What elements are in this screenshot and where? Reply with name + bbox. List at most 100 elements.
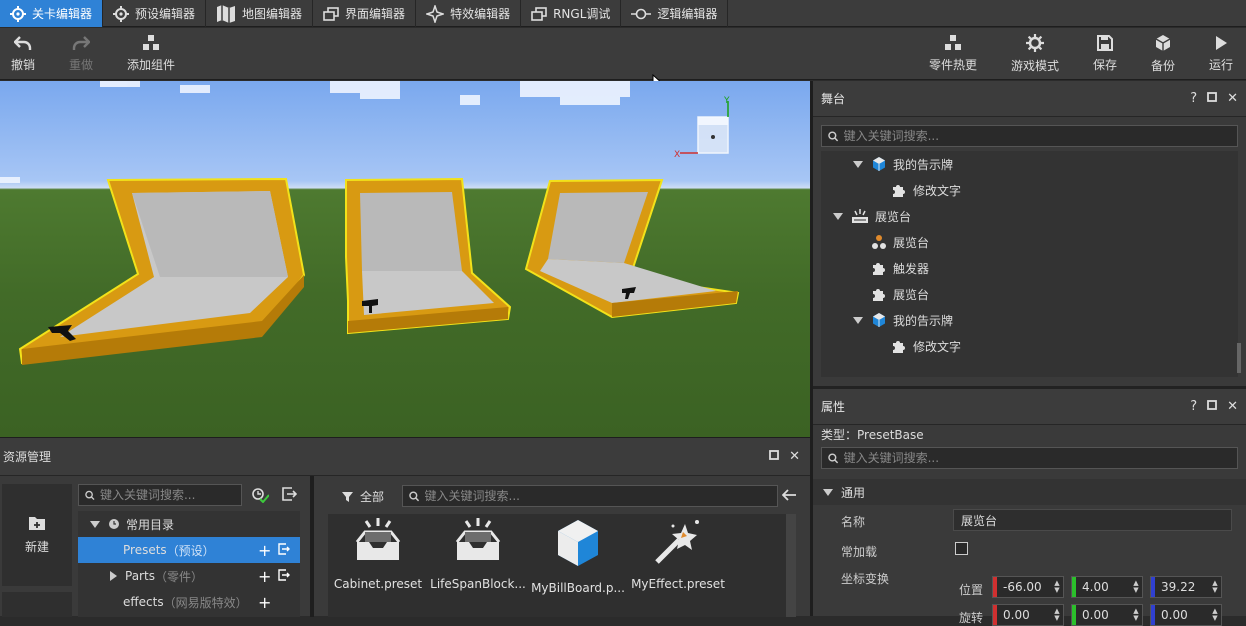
orientation-gizmo[interactable]: Y X	[674, 96, 730, 160]
rotation-field[interactable]: 0.00 ▲ ▼	[1071, 604, 1143, 626]
spinner-icon[interactable]: ▲ ▼	[1051, 608, 1063, 622]
always-load-checkbox[interactable]	[955, 542, 968, 555]
undo-icon	[14, 36, 32, 50]
stage-tree-item[interactable]: 修改文字	[873, 333, 961, 359]
new-asset-button[interactable]: 新建	[2, 484, 72, 586]
rotation-field[interactable]: 0.00 ▲ ▼	[992, 604, 1064, 626]
stage-tree: 我的告示牌 修改文字 展览台 展览台 触发器 展览台 我的告示牌 修改文字	[821, 151, 1238, 377]
stage-tree-item[interactable]: 展览台	[853, 281, 929, 307]
properties-search-input[interactable]	[843, 451, 1237, 465]
stage-tree-item[interactable]: 展览台	[833, 203, 911, 229]
import-icon[interactable]	[278, 568, 290, 584]
import-icon[interactable]	[278, 542, 290, 558]
stage-tree-item[interactable]: 触发器	[853, 255, 929, 281]
tab-preset-editor[interactable]: 预设编辑器	[103, 0, 207, 27]
expand-arrow-icon[interactable]	[853, 160, 863, 168]
add-component-button[interactable]: 添加组件	[124, 28, 178, 80]
maximize-icon[interactable]	[1207, 399, 1217, 414]
asset-side-button[interactable]	[2, 592, 72, 617]
asset-file-item[interactable]: LifeSpanBlock...	[428, 518, 528, 608]
maximize-icon[interactable]	[1207, 91, 1217, 106]
stage-tree-label: 修改文字	[913, 339, 962, 354]
undo-label: 撤销	[10, 58, 35, 72]
position-field[interactable]: -66.00 ▲ ▼	[992, 576, 1064, 598]
save-icon	[1097, 35, 1113, 51]
add-icon[interactable]: +	[258, 541, 271, 560]
add-icon[interactable]: +	[258, 593, 271, 612]
help-icon[interactable]: ?	[1190, 91, 1197, 106]
tab-label: 逻辑编辑器	[657, 7, 718, 21]
position-field[interactable]: 39.22 ▲ ▼	[1150, 576, 1222, 598]
tab-map-editor[interactable]: 地图编辑器	[206, 0, 314, 27]
tab-ui-editor[interactable]: 界面编辑器	[313, 0, 417, 27]
asset-grid-scrollbar[interactable]	[786, 514, 796, 617]
backup-label: 备份	[1150, 59, 1175, 73]
search-icon	[828, 130, 839, 141]
backup-button[interactable]: 备份	[1148, 28, 1178, 80]
expand-arrow-icon[interactable]	[90, 520, 100, 528]
close-icon[interactable]: ✕	[1227, 91, 1238, 106]
spinner-icon[interactable]: ▲ ▼	[1051, 580, 1063, 594]
asset-tree-item[interactable]: effects （网易版特效） +	[78, 589, 300, 615]
game-mode-button[interactable]: 游戏模式	[1010, 28, 1060, 80]
add-icon[interactable]: +	[258, 567, 271, 586]
redo-icon	[72, 36, 90, 50]
asset-file-item[interactable]: MyBillBoard.p...	[528, 518, 628, 608]
stage-scrollbar[interactable]	[1237, 343, 1241, 373]
expand-arrow-icon[interactable]	[110, 571, 117, 581]
tab-label: 关卡编辑器	[32, 7, 93, 21]
import-icon[interactable]	[281, 487, 297, 501]
blocks-icon	[143, 35, 159, 50]
scene-viewport[interactable]: Y X	[0, 81, 810, 437]
filter-dropdown[interactable]: 全部	[342, 488, 384, 505]
close-icon[interactable]: ✕	[789, 449, 800, 464]
back-arrow-icon[interactable]	[782, 489, 796, 501]
spinner-icon[interactable]: ▲ ▼	[1130, 608, 1142, 622]
redo-button[interactable]: 重做	[66, 28, 96, 80]
expand-arrow-icon[interactable]	[853, 316, 863, 324]
asset-tree-item[interactable]: Parts （零件） +	[78, 563, 300, 589]
hot-reload-button[interactable]: 零件热更	[928, 28, 978, 80]
asset-file-item[interactable]: Cabinet.preset	[328, 518, 428, 608]
stage-title: 舞台	[821, 92, 846, 106]
tab-rngl-debug[interactable]: RNGL调试	[521, 0, 622, 27]
asset-tree-item[interactable]: 常用目录	[78, 511, 300, 537]
clouds	[0, 81, 630, 183]
tab-level-editor[interactable]: 关卡编辑器	[0, 0, 104, 27]
name-field[interactable]: 展览台	[953, 509, 1232, 531]
asset-list-search-input[interactable]	[424, 489, 777, 503]
spinner-icon[interactable]: ▲ ▼	[1209, 580, 1221, 594]
run-button[interactable]: 运行	[1206, 28, 1236, 80]
rotation-field[interactable]: 0.00 ▲ ▼	[1150, 604, 1222, 626]
crosshair-icon	[10, 5, 26, 22]
stage-tree-item[interactable]: 修改文字	[873, 177, 961, 203]
clock-icon	[108, 518, 120, 530]
asset-tree-search-input[interactable]	[99, 488, 241, 502]
asset-tree-item[interactable]: Presets （预设） +	[78, 537, 300, 563]
asset-file-item[interactable]: MyEffect.preset	[628, 518, 728, 608]
spinner-icon[interactable]: ▲ ▼	[1130, 580, 1142, 594]
stage-tree-item[interactable]: 展览台	[853, 229, 929, 255]
main-toolbar: 撤销 重做 添加组件 零件热更 游戏模式 保存 备份 运行	[0, 28, 1246, 80]
stage-search-input[interactable]	[843, 129, 1237, 143]
expand-arrow-icon[interactable]	[833, 212, 843, 220]
close-icon[interactable]: ✕	[1227, 399, 1238, 414]
gear-icon	[1026, 34, 1044, 52]
maximize-icon[interactable]	[769, 449, 779, 464]
save-button[interactable]: 保存	[1090, 28, 1120, 80]
asset-splitter[interactable]	[310, 476, 314, 617]
asset-tree-label: effects	[123, 595, 164, 609]
asset-manager-header: 资源管理 ✕	[0, 438, 810, 476]
undo-button[interactable]: 撤销	[8, 28, 38, 80]
position-field[interactable]: 4.00 ▲ ▼	[1071, 576, 1143, 598]
filter-check-icon[interactable]	[251, 487, 269, 503]
stage-tree-item[interactable]: 我的告示牌	[853, 307, 953, 333]
spinner-icon[interactable]: ▲ ▼	[1209, 608, 1221, 622]
help-icon[interactable]: ?	[1190, 399, 1197, 414]
save-label: 保存	[1092, 58, 1117, 72]
section-general[interactable]: 通用	[813, 479, 1246, 505]
scene-render: Y X	[0, 81, 740, 365]
tab-logic-editor[interactable]: 逻辑编辑器	[621, 0, 729, 27]
tab-effect-editor[interactable]: 特效编辑器	[416, 0, 522, 27]
stage-tree-item[interactable]: 我的告示牌	[853, 151, 953, 177]
